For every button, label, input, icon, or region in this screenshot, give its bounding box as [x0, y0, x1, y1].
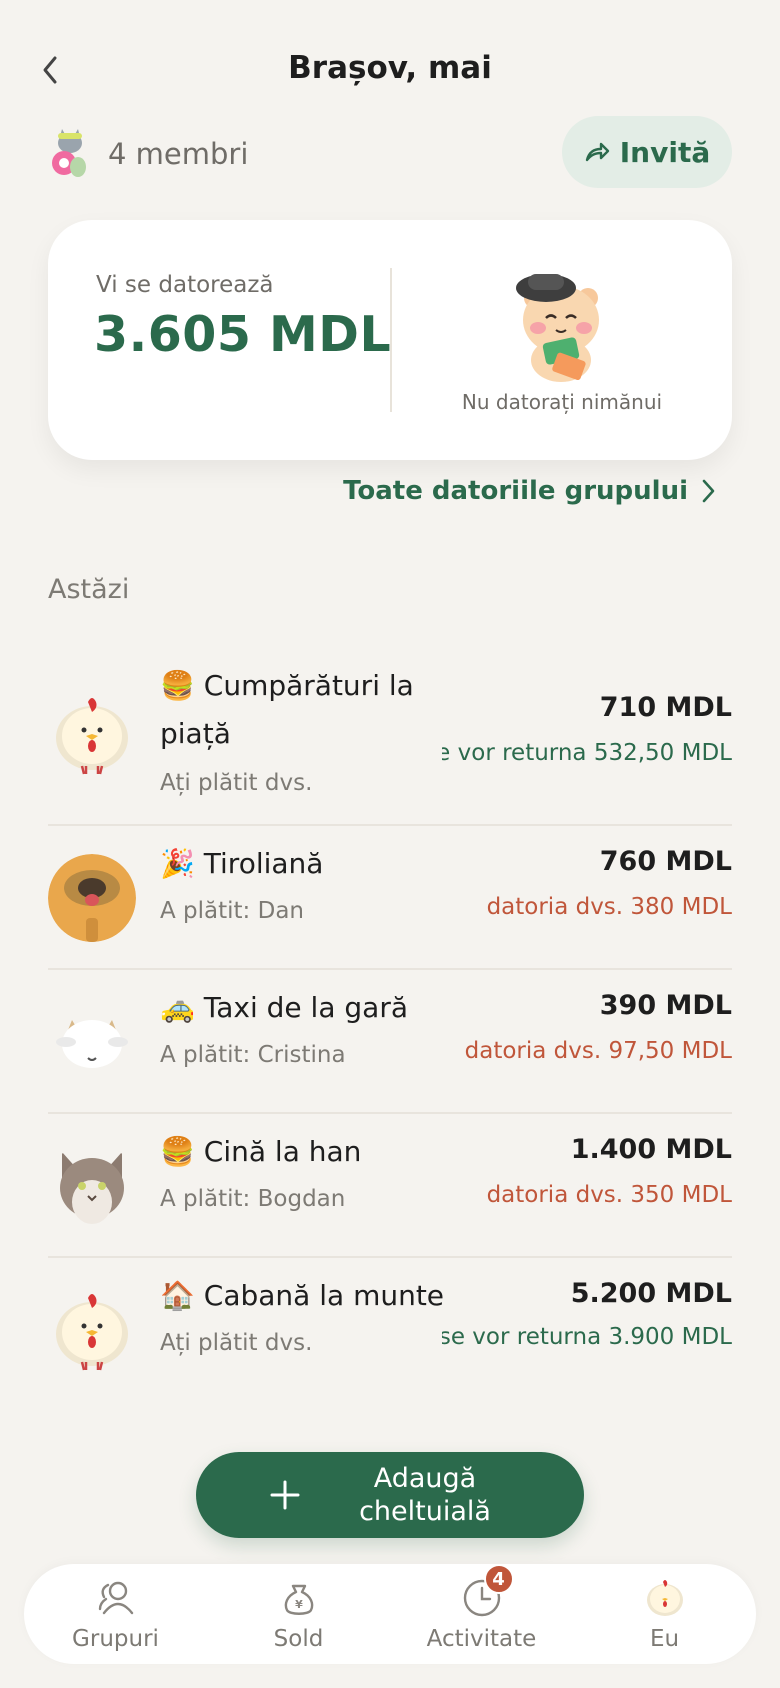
balance-card: Vi se datorează 3.605 MDL Nu datorați ni…: [48, 220, 732, 460]
nav-label: Activitate: [426, 1626, 537, 1652]
members-count: 4 membri: [108, 137, 249, 171]
nav-item-me[interactable]: Eu: [585, 1576, 745, 1652]
expense-row[interactable]: 🚕 Taxi de la gară A plătit: Cristina 390…: [48, 970, 732, 1114]
expense-share: datoria dvs. 97,50 MDL: [464, 1038, 732, 1064]
all-debts-link[interactable]: Toate datoriile grupului: [343, 476, 716, 506]
expense-amount: 760 MDL: [599, 846, 732, 877]
expense-payer: Ați plătit dvs.: [160, 1330, 313, 1356]
svg-text:¥: ¥: [295, 1598, 303, 1611]
expense-title-line1: Tiroliană: [203, 847, 324, 880]
nav-item-activity[interactable]: 4 Activitate: [402, 1564, 562, 1652]
expense-list: 🍔 Cumpărături la piață Ați plătit dvs. 7…: [48, 640, 732, 1402]
expense-amount: 710 MDL: [599, 692, 732, 723]
expense-share: se vor returna 3.900 MDL: [442, 1324, 732, 1350]
members-row[interactable]: 4 membri: [48, 126, 248, 182]
nav-label: Grupuri: [72, 1626, 159, 1652]
invite-button[interactable]: Invită: [562, 116, 732, 188]
bottom-nav: Grupuri ¥ Sold 4 Activitate Eu: [24, 1564, 756, 1664]
activity-badge: 4: [483, 1564, 514, 1594]
expense-title-line1: Cină la han: [203, 1135, 362, 1168]
expense-payer: Ați plătit dvs.: [160, 770, 313, 796]
cat-avatar-icon: [48, 1142, 136, 1230]
expense-payer: A plătit: Cristina: [160, 1042, 346, 1068]
expense-title: 🚕 Taxi de la gară: [160, 984, 408, 1032]
rooster-avatar-icon: [48, 1286, 136, 1374]
expense-emoji: 🏠: [160, 1279, 195, 1312]
expense-title: 🎉 Tiroliană: [160, 840, 323, 888]
nav-label: Sold: [273, 1626, 324, 1652]
expense-share: datoria dvs. 380 MDL: [486, 894, 732, 920]
expense-title-line1: Cumpărături la: [203, 669, 414, 702]
expense-title: 🍔 Cumpărături la piață: [160, 662, 414, 758]
expense-title-line1: Cabană la munte: [203, 1279, 445, 1312]
expense-amount: 1.400 MDL: [570, 1134, 732, 1165]
owed-amount: 3.605 MDL: [94, 306, 392, 363]
rooster-avatar-icon: [48, 690, 136, 778]
expense-emoji: 🍔: [160, 669, 195, 702]
groups-icon: [94, 1576, 138, 1620]
no-debt-text: Nu datorați nimănui: [461, 390, 663, 414]
bear-mascot-icon: [508, 264, 614, 384]
page-title: Brașov, mai: [288, 50, 492, 86]
profile-avatar-icon: [643, 1576, 687, 1620]
expense-share-clip: se vor returna 3.900 MDL: [442, 1324, 732, 1360]
section-label-today: Astăzi: [48, 574, 130, 605]
expense-row[interactable]: 🍔 Cină la han A plătit: Bogdan 1.400 MDL…: [48, 1114, 732, 1258]
plus-icon: [270, 1480, 300, 1510]
expense-share: se vor returna 532,50 MDL: [442, 740, 732, 766]
share-arrow-icon: [585, 142, 609, 162]
invite-label: Invită: [619, 135, 711, 169]
expense-emoji: 🎉: [160, 847, 195, 880]
expense-title: 🍔 Cină la han: [160, 1128, 361, 1176]
expense-payer: A plătit: Dan: [160, 898, 304, 924]
expense-row[interactable]: 🎉 Tiroliană A plătit: Dan 760 MDL datori…: [48, 826, 732, 970]
expense-emoji: 🚕: [160, 991, 195, 1024]
chevron-right-icon: [702, 479, 715, 503]
nav-item-balance[interactable]: ¥ Sold: [219, 1576, 379, 1652]
owed-label: Vi se datorează: [96, 272, 274, 298]
add-expense-label: Adaugă cheltuială: [359, 1463, 491, 1527]
expense-title-line1: Taxi de la gară: [203, 991, 408, 1024]
expense-title: 🏠 Cabană la munte: [160, 1272, 444, 1320]
expense-amount: 5.200 MDL: [570, 1278, 732, 1309]
goat-avatar-icon: [48, 998, 136, 1086]
all-debts-label: Toate datoriile grupului: [343, 476, 688, 506]
nav-item-groups[interactable]: Grupuri: [36, 1576, 196, 1652]
expense-payer: A plătit: Bogdan: [160, 1186, 346, 1212]
expense-amount: 390 MDL: [599, 990, 732, 1021]
dog-avatar-icon: [48, 854, 136, 942]
expense-title-line2: piață: [160, 717, 231, 750]
nav-label: Eu: [649, 1626, 680, 1652]
expense-emoji: 🍔: [160, 1135, 195, 1168]
members-avatar-icon: [48, 129, 90, 179]
expense-share-clip: se vor returna 532,50 MDL: [442, 740, 732, 776]
add-expense-button[interactable]: Adaugă cheltuială: [196, 1452, 584, 1538]
expense-row[interactable]: 🏠 Cabană la munte Ați plătit dvs. 5.200 …: [48, 1258, 732, 1402]
expense-row[interactable]: 🍔 Cumpărături la piață Ați plătit dvs. 7…: [48, 640, 732, 826]
expense-share: datoria dvs. 350 MDL: [486, 1182, 732, 1208]
money-bag-icon: ¥: [277, 1576, 321, 1620]
screen: Brașov, mai 4 membri Invită Vi se datore…: [0, 0, 780, 1688]
clock-icon: 4: [460, 1564, 514, 1620]
